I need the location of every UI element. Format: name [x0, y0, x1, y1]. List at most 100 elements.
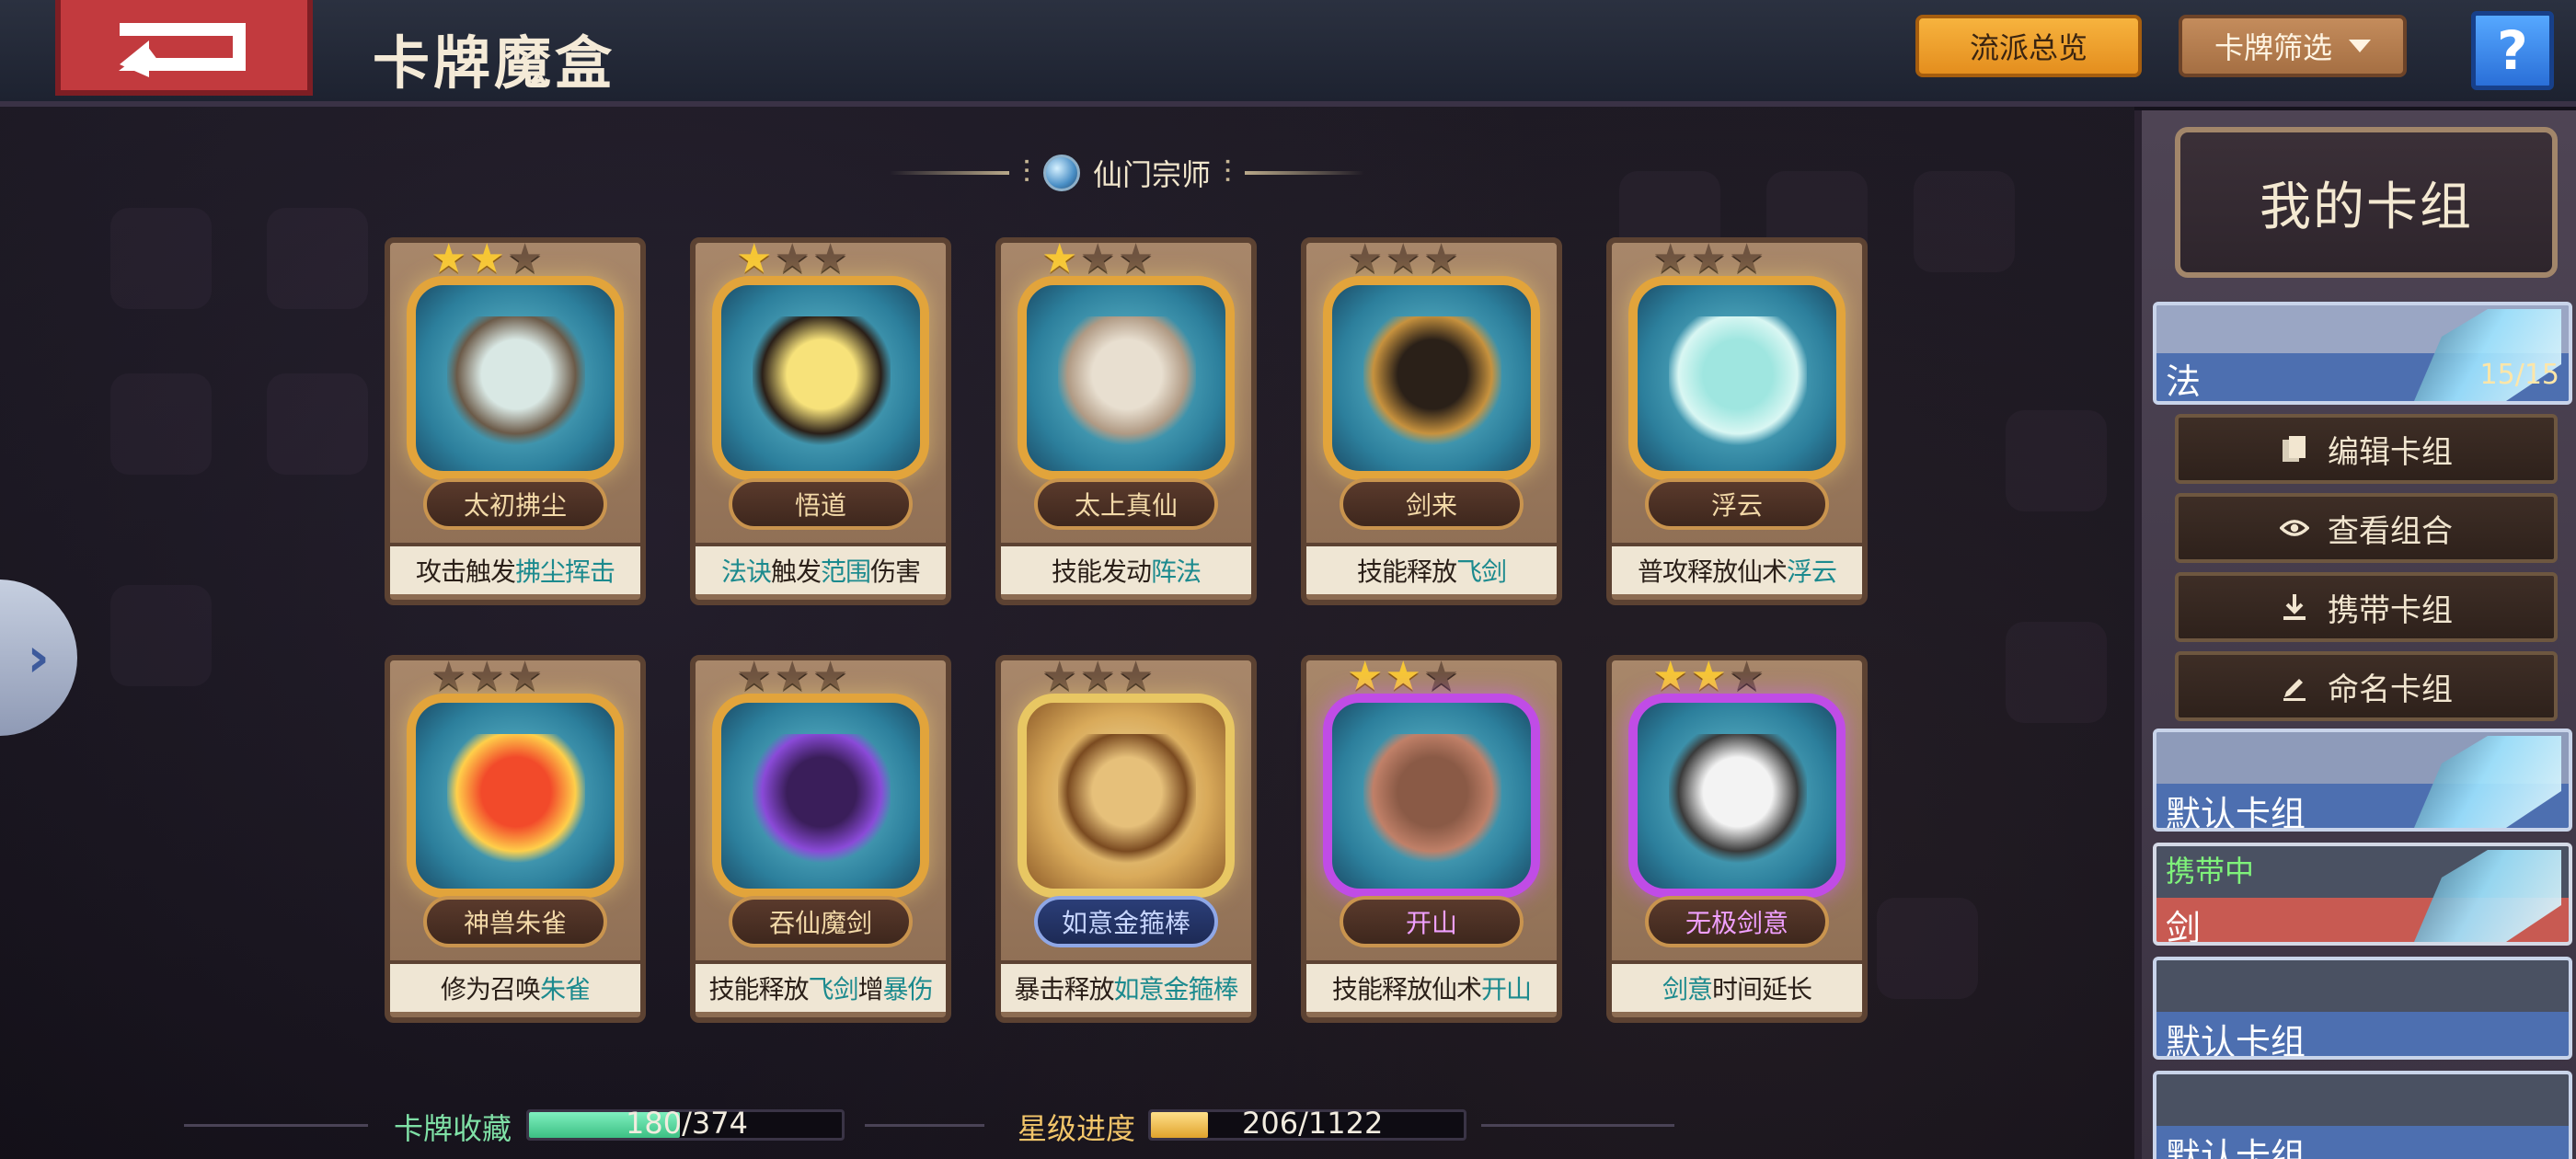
card-item[interactable]: ★ ★ ★ 悟道 法诀 触发 范围 伤害 [690, 237, 951, 605]
eye-icon [2280, 513, 2309, 543]
card-filter-dropdown[interactable]: 卡牌筛选 [2179, 15, 2407, 77]
star-icon: ★ [1385, 235, 1421, 282]
edit-deck-label: 编辑卡组 [2328, 433, 2453, 471]
card-description: 剑意 时间延长 [1612, 960, 1862, 1012]
card-item[interactable]: ★ ★ ★ 开山 技能释放仙术 开山 [1301, 655, 1562, 1023]
card-name: 开山 [1340, 896, 1524, 947]
card-art-frame [712, 276, 929, 480]
card-item[interactable]: ★ ★ ★ 无极剑意 剑意 时间延长 [1606, 655, 1868, 1023]
deck-panel-title: 我的卡组 [2175, 127, 2558, 278]
card-description: 普攻释放仙术 浮云 [1612, 543, 1862, 594]
card-art-frame [1628, 276, 1846, 480]
card-description-text: 普攻释放仙术 [1637, 557, 1788, 587]
star-icon: ★ [774, 235, 811, 282]
card-description-text: 伤害 [870, 557, 921, 587]
bracket-ornament-icon: ⫶ [1022, 155, 1030, 191]
card-description-highlight: 剑意 [1662, 974, 1713, 1004]
pencil-icon [2280, 671, 2309, 701]
star-rating: ★ ★ ★ [736, 657, 848, 697]
deck-slot-carrying[interactable]: 携带中 剑 [2153, 843, 2572, 946]
deck-slot[interactable]: 默认卡组 [2153, 729, 2572, 832]
card-item[interactable]: ★ ★ ★ 如意金箍棒暴击释放 如意金箍棒 [995, 655, 1257, 1023]
view-combo-button[interactable]: 查看组合 [2175, 493, 2558, 563]
card-description-text: 技能释放 [1356, 557, 1457, 587]
divider [1481, 1124, 1674, 1127]
star-progress-label: 星级进度 [1018, 1111, 1136, 1146]
card-description-highlight: 范围 [821, 557, 871, 587]
star-rating: ★ ★ ★ [1347, 657, 1459, 697]
star-rating: ★ ★ ★ [1041, 657, 1154, 697]
star-icon: ★ [1117, 235, 1155, 282]
star-rating: ★ ★ ★ [1041, 239, 1154, 280]
card-description-text: 暴击释放 [1014, 974, 1114, 1004]
card-item[interactable]: ★ ★ ★ 太初拂尘攻击触发 拂尘挥击 [385, 237, 646, 605]
card-item[interactable]: ★ ★ ★ 太上真仙技能发动 阵法 [995, 237, 1257, 605]
sect-orb-icon [1042, 155, 1080, 191]
edit-deck-button[interactable]: 编辑卡组 [2175, 414, 2558, 484]
star-icon: ★ [1385, 653, 1421, 700]
carry-deck-button[interactable]: 携带卡组 [2175, 572, 2558, 642]
overview-button[interactable]: 流派总览 [1915, 15, 2142, 77]
deck-label: 默认卡组 [2166, 1136, 2306, 1159]
deck-slot[interactable]: 默认卡组 [2153, 1071, 2572, 1159]
star-rating: ★ ★ ★ [431, 239, 543, 280]
cards-icon [2280, 434, 2309, 464]
card-description: 暴击释放 如意金箍棒 [1001, 960, 1251, 1012]
card-description-highlight: 阵法 [1151, 557, 1202, 587]
card-art-icon [447, 734, 585, 863]
divider [1244, 171, 1364, 175]
star-icon: ★ [1041, 653, 1078, 700]
card-art-icon [1058, 316, 1196, 445]
card-description-highlight: 飞剑 [808, 974, 858, 1004]
star-rating: ★ ★ ★ [736, 239, 848, 280]
star-icon: ★ [1079, 235, 1116, 282]
card-name: 太上真仙 [1034, 478, 1218, 530]
section-title: 仙门宗师 [1092, 157, 1211, 192]
help-button[interactable]: ? [2471, 11, 2554, 90]
rename-deck-button[interactable]: 命名卡组 [2175, 651, 2558, 721]
card-description-text: 技能释放仙术 [1331, 974, 1482, 1004]
back-button[interactable] [55, 0, 313, 96]
deck-label: 默认卡组 [2166, 1022, 2306, 1060]
card-description: 技能发动 阵法 [1001, 543, 1251, 594]
collection-label: 卡牌收藏 [394, 1111, 512, 1146]
card-description: 攻击触发 拂尘挥击 [390, 543, 640, 594]
download-icon [2280, 592, 2309, 622]
card-item[interactable]: ★ ★ ★ 剑来 技能释放 飞剑 [1301, 237, 1562, 605]
star-icon: ★ [1690, 235, 1727, 282]
card-description-highlight: 朱雀 [540, 974, 591, 1004]
card-art-icon [1363, 734, 1501, 863]
card-name: 如意金箍棒 [1034, 896, 1218, 947]
deck-label: 默认卡组 [2166, 794, 2306, 832]
card-art-frame [1628, 694, 1846, 898]
card-name: 太初拂尘 [423, 478, 607, 530]
card-name: 剑来 [1340, 478, 1524, 530]
section-header: ⫶ 仙门宗师 ⫶ [860, 147, 1394, 199]
active-deck-slot[interactable]: 法 15/15 [2153, 302, 2572, 405]
card-filter-label: 卡牌筛选 [2214, 30, 2332, 65]
card-item[interactable]: ★ ★ ★ 神兽朱雀 修为召唤 朱雀 [385, 655, 646, 1023]
card-description-highlight: 法诀 [720, 557, 772, 587]
star-icon: ★ [1728, 235, 1765, 282]
star-icon: ★ [1079, 653, 1116, 700]
card-description-highlight: 开山 [1481, 974, 1532, 1004]
card-description: 技能释放仙术 开山 [1306, 960, 1557, 1012]
star-icon: ★ [506, 235, 544, 282]
star-rating: ★ ★ ★ [1347, 239, 1459, 280]
card-art-icon [753, 734, 891, 863]
card-art-frame [712, 694, 929, 898]
card-description-highlight: 浮云 [1787, 557, 1837, 587]
card-description: 技能释放 飞剑增暴伤 [696, 960, 946, 1012]
chevron-down-icon [2349, 40, 2371, 52]
card-item[interactable]: ★ ★ ★ 浮云 普攻释放仙术 浮云 [1606, 237, 1868, 605]
card-item[interactable]: ★ ★ ★ 吞仙魔剑 技能释放 飞剑增暴伤 [690, 655, 951, 1023]
rename-deck-label: 命名卡组 [2328, 671, 2453, 708]
star-icon: ★ [1347, 653, 1384, 700]
top-bar: 卡牌魔盒 流派总览 卡牌筛选 ? [0, 0, 2576, 107]
star-rating: ★ ★ ★ [1652, 657, 1765, 697]
card-art-icon [753, 316, 891, 445]
deck-slot[interactable]: 默认卡组 [2153, 957, 2572, 1060]
star-icon: ★ [1652, 235, 1689, 282]
star-icon: ★ [431, 235, 467, 282]
star-icon: ★ [811, 235, 849, 282]
